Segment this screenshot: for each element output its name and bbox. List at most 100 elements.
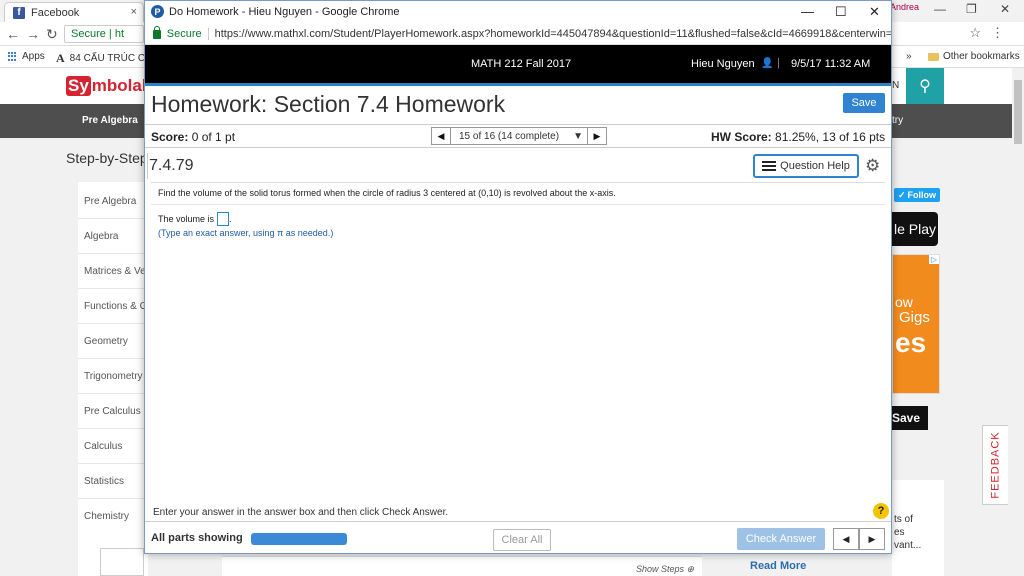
symbolab-logo-sy: Sy — [66, 76, 91, 96]
ad-text-low: ow — [895, 294, 913, 310]
bg-close-button[interactable]: ✕ — [1000, 2, 1010, 16]
question-number: 7.4.79 — [149, 157, 194, 174]
header-accent-line — [145, 83, 891, 86]
background-left-box — [100, 548, 144, 576]
bookmark-item-1[interactable]: A 84 CẤU TRÚC CÂ — [56, 51, 152, 66]
bookmark-apps[interactable]: Apps — [8, 51, 45, 62]
bookmark-apps-label: Apps — [22, 51, 45, 62]
homework-popup-window: P Do Homework - Hieu Nguyen - Google Chr… — [144, 0, 892, 554]
background-tab-facebook[interactable]: f Facebook × — [4, 2, 144, 22]
header-separator: | — [777, 57, 780, 69]
question-help-button[interactable]: Question Help — [753, 154, 859, 178]
twitter-follow-button[interactable]: ✓ Follow — [894, 188, 940, 202]
answer-prefix: The volume is — [158, 214, 215, 224]
question-nav-pair: ◀ ▶ — [833, 528, 885, 550]
user-icon: 👤 — [761, 58, 774, 69]
answer-input[interactable] — [217, 212, 230, 226]
advertisement[interactable]: ▷ ow Gigs es — [892, 254, 940, 394]
page-title: Homework: Section 7.4 Homework — [151, 91, 506, 117]
lower-card-text: es — [894, 527, 905, 538]
caret-down-icon: ▼ — [573, 130, 583, 142]
hw-score-prefix: HW Score: — [711, 130, 772, 144]
previous-question-button[interactable]: ◀ — [431, 127, 451, 145]
popup-url[interactable]: https://www.mathxl.com/Student/PlayerHom… — [215, 28, 891, 40]
show-steps-label: Show Steps — [636, 564, 685, 574]
check-answer-button[interactable]: Check Answer — [737, 528, 825, 550]
sidebar-item-statistics[interactable]: Statistics — [84, 476, 124, 487]
ad-choices-icon[interactable]: ▷ — [928, 255, 939, 264]
secure-label: Secure — [166, 27, 202, 40]
bookmark-other[interactable]: Other bookmarks — [928, 51, 1020, 62]
sidebar-divider — [78, 463, 148, 464]
sidebar-item-geometry[interactable]: Geometry — [84, 336, 128, 347]
clear-all-button[interactable]: Clear All — [493, 529, 551, 551]
pearson-icon: P — [151, 5, 164, 18]
sidebar-item-trigonometry[interactable]: Trigonometry — [84, 371, 143, 382]
question-number-divider — [147, 153, 148, 179]
question-select[interactable]: 15 of 16 (14 complete) ▼ — [451, 127, 587, 145]
save-button[interactable]: Save — [843, 93, 885, 113]
sidebar-item-algebra[interactable]: Algebra — [84, 231, 118, 242]
background-scrollbar[interactable] — [1012, 68, 1024, 576]
mathxl-header-bar: MATH 212 Fall 2017 Hieu Nguyen 👤 | 9/5/1… — [145, 45, 891, 83]
lock-icon — [153, 26, 161, 39]
lower-card-text: ts of — [894, 514, 913, 525]
folder-icon — [928, 52, 939, 61]
popup-close-button[interactable]: ✕ — [869, 4, 880, 20]
google-play-badge[interactable]: le Play — [892, 212, 938, 246]
background-card-bottom — [222, 556, 702, 576]
popup-window-title: Do Homework - Hieu Nguyen - Google Chrom… — [169, 6, 400, 18]
symbolab-page-title: Step-by-Step — [66, 150, 148, 166]
score-prefix: Score: — [151, 130, 189, 144]
symbolab-search-icon[interactable]: ⚲ — [906, 68, 944, 104]
popup-maximize-button[interactable]: ☐ — [835, 4, 847, 20]
reload-icon[interactable]: ↻ — [46, 26, 58, 43]
window-profile-label: Andrea — [890, 2, 920, 12]
popup-minimize-button[interactable]: — — [801, 4, 814, 19]
help-icon[interactable]: ? — [873, 503, 889, 519]
ad-save-button[interactable]: Save — [892, 406, 928, 430]
bg-minimize-button[interactable]: — — [934, 2, 946, 16]
back-arrow-icon[interactable]: ← — [6, 26, 20, 42]
gear-icon[interactable]: ⚙ — [865, 156, 880, 176]
popup-address-bar[interactable]: Secure https://www.mathxl.com/Student/Pl… — [145, 23, 891, 45]
bookmark-other-label: Other bookmarks — [943, 51, 1020, 62]
symbolab-logo[interactable]: Sy mbolab — [66, 76, 152, 96]
bookmark-star-icon[interactable]: ☆⋮ — [969, 25, 1014, 41]
sidebar-item-calculus[interactable]: Calculus — [84, 441, 122, 452]
feedback-tab[interactable]: FEEDBACK — [982, 425, 1008, 505]
score-bar: Score: 0 of 1 pt ◀ 15 of 16 (14 complete… — [145, 124, 891, 148]
next-question-button[interactable]: ▶ — [587, 127, 607, 145]
bg-restore-button[interactable]: ❐ — [966, 2, 977, 16]
sidebar-item-pre-calculus[interactable]: Pre Calculus — [84, 406, 141, 417]
sidebar-item-functions[interactable]: Functions & G — [84, 301, 147, 312]
sidebar-item-chemistry[interactable]: Chemistry — [84, 511, 129, 522]
symbolab-sidebar: Pre Algebra Algebra Matrices & Ve Functi… — [78, 182, 148, 576]
read-more-link[interactable]: Read More — [750, 560, 806, 572]
ad-text-gigs: Gigs — [899, 309, 930, 326]
follow-label: Follow — [907, 190, 937, 200]
parts-showing-label: All parts showing — [151, 532, 243, 544]
sidebar-item-matrices[interactable]: Matrices & Ve — [84, 266, 146, 277]
tab-close-icon[interactable]: × — [131, 6, 137, 18]
show-steps-link[interactable]: Show Steps ⊕ — [636, 564, 694, 575]
symbolab-nav-right[interactable]: try — [892, 115, 903, 126]
symbolab-hidden-label: N — [892, 80, 900, 91]
facebook-icon: f — [13, 6, 25, 19]
background-scrollbar-thumb[interactable] — [1014, 80, 1022, 144]
bottom-next-button[interactable]: ▶ — [859, 528, 885, 550]
twitter-bird-icon: ✓ — [897, 189, 906, 200]
apps-grid-icon — [8, 51, 18, 62]
question-help-label: Question Help — [780, 160, 850, 172]
lower-card-text: vant... — [894, 540, 922, 551]
symbolab-nav-pre-algebra[interactable]: Pre Algebra — [82, 115, 138, 126]
question-select-value: 15 of 16 (14 complete) — [459, 130, 560, 142]
bottom-previous-button[interactable]: ◀ — [833, 528, 859, 550]
sidebar-item-pre-algebra[interactable]: Pre Algebra — [84, 196, 136, 207]
background-omnibox[interactable]: Secure | ht — [64, 25, 144, 43]
forward-arrow-icon[interactable]: → — [26, 26, 40, 42]
hw-score-value: 81.25%, 13 of 16 pts — [775, 130, 886, 144]
bottom-action-bar: All parts showing Clear All Check Answer… — [145, 521, 891, 553]
bookmark-more[interactable]: » — [906, 51, 912, 62]
sidebar-divider — [78, 253, 148, 254]
